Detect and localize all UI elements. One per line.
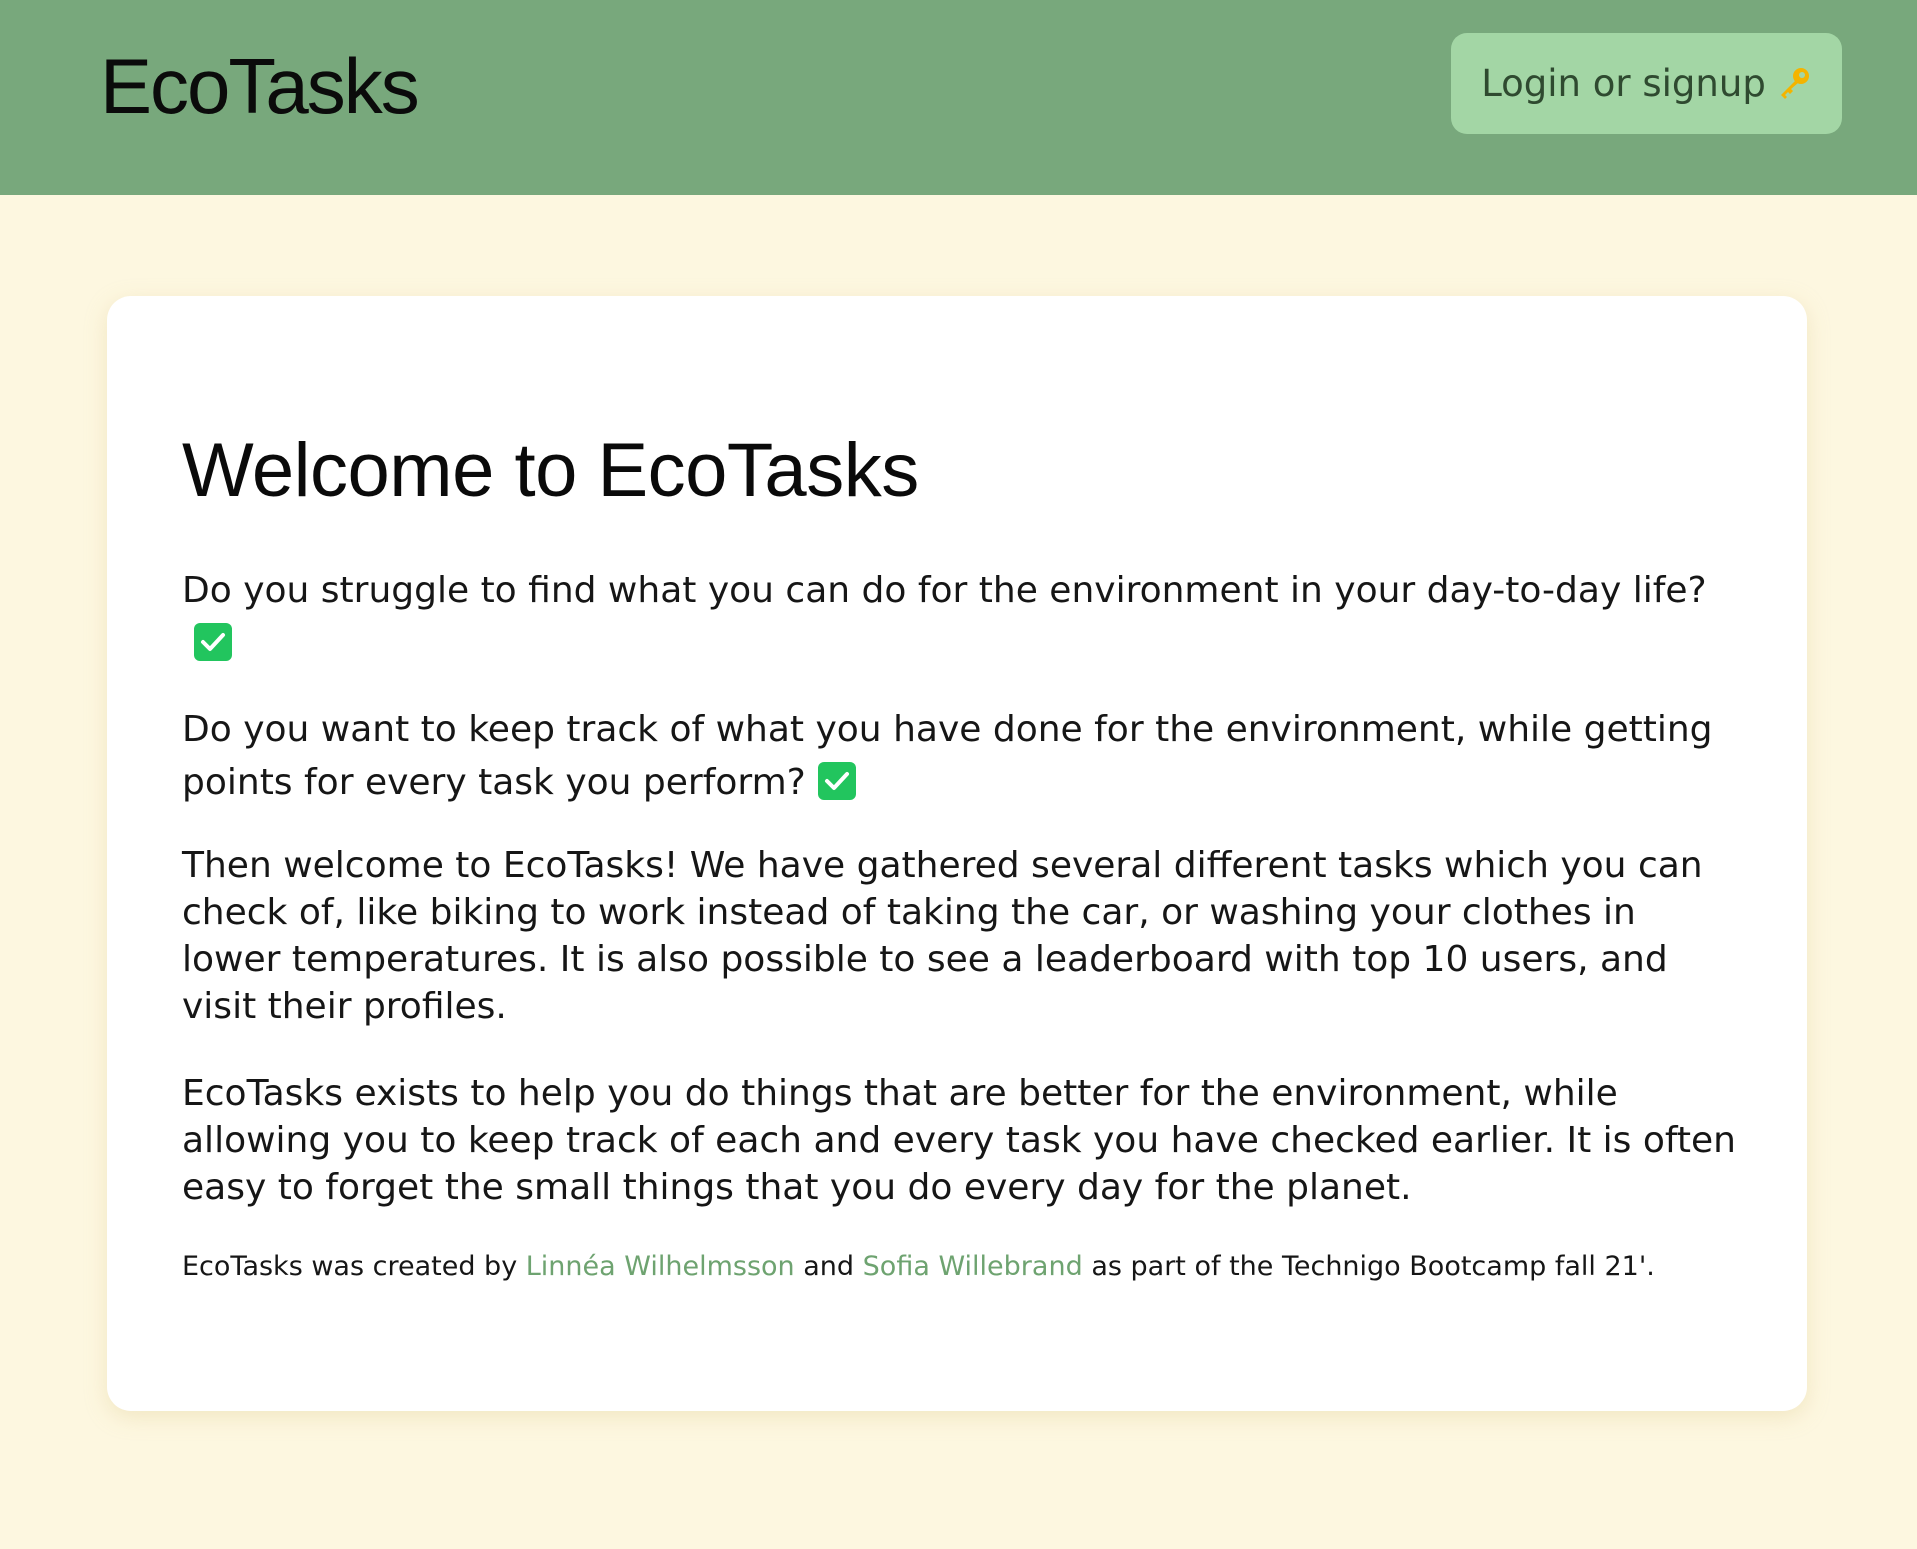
welcome-card: Welcome to EcoTasks Do you struggle to f… — [107, 296, 1807, 1411]
intro-paragraph-1: Do you struggle to find what you can do … — [182, 564, 1742, 670]
checkmark-icon — [194, 623, 232, 661]
login-button-label: Login or signup — [1481, 62, 1766, 105]
site-header: EcoTasks Login or signup — [0, 0, 1917, 195]
intro-paragraph-4: EcoTasks exists to help you do things th… — [182, 1073, 1736, 1208]
author-link-linnea[interactable]: Linnéa Wilhelmsson — [526, 1251, 795, 1282]
intro-paragraph-2: Do you want to keep track of what you ha… — [182, 703, 1742, 809]
credits-conjunction: and — [803, 1251, 855, 1282]
credits-line: EcoTasks was created by Linnéa Wilhelmss… — [182, 1249, 1742, 1285]
checkmark-icon — [817, 762, 856, 800]
page-title: Welcome to EcoTasks — [182, 428, 919, 513]
key-icon — [1774, 65, 1812, 103]
credits-suffix: as part of the Technigo Bootcamp fall 21… — [1091, 1251, 1655, 1282]
intro-paragraph-3: Then welcome to EcoTasks! We have gather… — [182, 845, 1703, 1027]
intro-paragraph-2-text: Do you want to keep track of what you ha… — [182, 709, 1713, 803]
login-signup-button[interactable]: Login or signup — [1451, 33, 1842, 134]
credits-prefix: EcoTasks was created by — [182, 1251, 518, 1282]
intro-paragraph-1-text: Do you struggle to find what you can do … — [182, 570, 1707, 611]
author-link-sofia[interactable]: Sofia Willebrand — [863, 1251, 1083, 1282]
site-logo[interactable]: EcoTasks — [100, 38, 420, 134]
